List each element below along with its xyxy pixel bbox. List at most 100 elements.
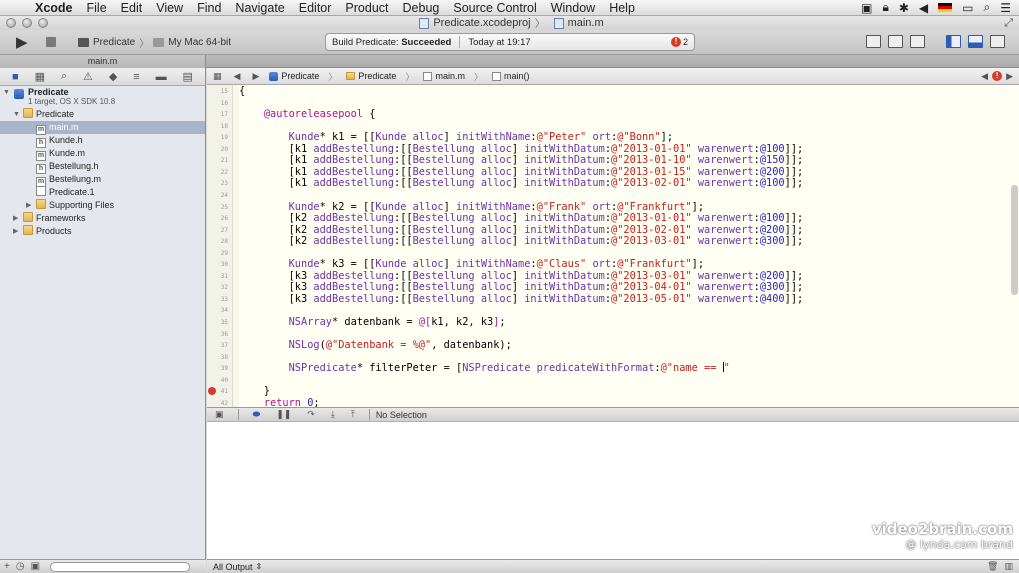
line-number[interactable]: 35 xyxy=(221,319,228,326)
zoom-window-icon[interactable] xyxy=(38,18,48,28)
source-control-filter-icon[interactable]: ▣ xyxy=(31,561,40,572)
run-button[interactable]: ▶ xyxy=(16,33,32,51)
code-line[interactable]: { xyxy=(239,85,245,97)
line-number[interactable]: 36 xyxy=(221,331,228,338)
related-items-icon[interactable]: ▦ xyxy=(213,71,222,82)
forward-icon[interactable]: ▶ xyxy=(252,71,259,82)
pause-icon[interactable]: ❚❚ xyxy=(276,409,291,420)
line-number[interactable]: 27 xyxy=(221,227,228,234)
code-line[interactable]: Kunde* k2 = [[Kunde alloc] initWithName:… xyxy=(239,201,704,213)
lock-icon[interactable]: 🔒︎ xyxy=(882,0,888,15)
step-over-icon[interactable]: ↷ xyxy=(307,409,315,420)
close-window-icon[interactable] xyxy=(6,18,16,28)
crumb-function[interactable]: main() xyxy=(504,71,530,81)
assistant-editor-icon[interactable] xyxy=(888,35,903,48)
console-output-filter[interactable]: All Output xyxy=(213,562,253,572)
spotlight-icon[interactable]: ⌕ xyxy=(984,0,991,15)
tree-file-bestellung-h[interactable]: h Bestellung.h xyxy=(0,160,205,174)
scheme-selector[interactable]: Predicate 〉 My Mac 64-bit xyxy=(78,35,231,50)
test-navigator-icon[interactable]: ◆ xyxy=(109,70,117,83)
navigator-filter-input[interactable] xyxy=(50,561,191,572)
fullscreen-icon[interactable]: ⤢ xyxy=(1004,17,1013,30)
add-icon[interactable]: + xyxy=(4,561,10,572)
issue-navigator-icon[interactable]: ⚠ xyxy=(83,70,93,83)
step-out-icon[interactable]: ⤒ xyxy=(351,409,355,420)
disclosure-closed-icon[interactable]: ▶ xyxy=(26,199,31,212)
code-line[interactable]: [k1 addBestellung:[[Bestellung alloc] in… xyxy=(239,177,804,189)
tree-group-frameworks[interactable]: ▶ Frameworks xyxy=(0,212,205,225)
line-number[interactable]: 18 xyxy=(221,123,228,130)
line-number[interactable]: 16 xyxy=(221,100,228,107)
line-number-gutter[interactable]: 15 16 17 18 19 20 21 22 23 24 25 26 27 28 29 30 31 32 33 34… xyxy=(207,85,233,407)
disclosure-open-icon[interactable]: ▼ xyxy=(3,86,10,99)
flag-icon[interactable] xyxy=(938,3,953,12)
split-view-icon[interactable]: ▥ xyxy=(1004,561,1013,572)
line-number[interactable]: 41 xyxy=(221,388,228,395)
screen-record-icon[interactable]: ▣ xyxy=(861,1,872,15)
tree-file-main-m[interactable]: m main.m xyxy=(0,121,205,135)
debug-navigator-icon[interactable]: ≡ xyxy=(133,71,139,83)
menu-file[interactable]: File xyxy=(80,1,114,15)
tab-main-m[interactable]: main.m xyxy=(0,55,206,68)
source-editor[interactable]: 15 16 17 18 19 20 21 22 23 24 25 26 27 28 29 30 31 32 33 34… xyxy=(207,85,1019,407)
code-line[interactable]: [k2 addBestellung:[[Bestellung alloc] in… xyxy=(239,235,804,247)
line-number[interactable]: 25 xyxy=(221,204,228,211)
menu-editor[interactable]: Editor xyxy=(292,1,339,15)
code-line[interactable]: Kunde* k1 = [[Kunde alloc] initWithName:… xyxy=(239,131,673,143)
line-number[interactable]: 30 xyxy=(221,261,228,268)
chevron-updown-icon[interactable]: ⇕ xyxy=(256,562,263,571)
menu-view[interactable]: View xyxy=(149,1,190,15)
disclosure-open-icon[interactable]: ▼ xyxy=(13,108,20,121)
menu-product[interactable]: Product xyxy=(338,1,395,15)
symbol-navigator-icon[interactable]: ▦ xyxy=(35,70,45,83)
line-number[interactable]: 31 xyxy=(221,273,228,280)
menu-app[interactable]: Xcode xyxy=(28,1,80,15)
back-icon[interactable]: ◀ xyxy=(234,71,241,82)
notification-icon[interactable]: ☰ xyxy=(1000,1,1011,15)
code-line[interactable]: [k1 addBestellung:[[Bestellung alloc] in… xyxy=(239,154,804,166)
line-number[interactable]: 40 xyxy=(221,377,228,384)
editor-scrollbar[interactable] xyxy=(1011,185,1018,295)
line-number[interactable]: 38 xyxy=(221,354,228,361)
code-line[interactable]: } xyxy=(239,385,270,397)
line-number[interactable]: 37 xyxy=(221,342,228,349)
code-line[interactable]: [k3 addBestellung:[[Bestellung alloc] in… xyxy=(239,293,804,305)
line-number[interactable]: 19 xyxy=(221,134,228,141)
line-number[interactable]: 28 xyxy=(221,238,228,245)
menu-source-control[interactable]: Source Control xyxy=(446,1,543,15)
toggle-navigator-icon[interactable] xyxy=(946,35,961,48)
breakpoint-navigator-icon[interactable]: ▬ xyxy=(156,71,167,83)
code-line[interactable]: [k1 addBestellung:[[Bestellung alloc] in… xyxy=(239,166,804,178)
tree-group-predicate[interactable]: ▼ Predicate xyxy=(0,108,205,121)
tree-group-products[interactable]: ▶ Products xyxy=(0,225,205,238)
line-number[interactable]: 26 xyxy=(221,215,228,222)
menu-window[interactable]: Window xyxy=(544,1,602,15)
line-number[interactable]: 24 xyxy=(221,192,228,199)
disclosure-closed-icon[interactable]: ▶ xyxy=(13,225,18,238)
tree-file-kunde-m[interactable]: m Kunde.m xyxy=(0,147,205,161)
code-line[interactable]: [k3 addBestellung:[[Bestellung alloc] in… xyxy=(239,270,804,282)
menu-help[interactable]: Help xyxy=(602,1,642,15)
previous-issue-icon[interactable]: ◀ xyxy=(981,71,988,82)
tree-project[interactable]: ▼ Predicate 1 target, OS X SDK 10.8 xyxy=(0,86,205,108)
line-number[interactable]: 32 xyxy=(221,284,228,291)
line-number[interactable]: 17 xyxy=(221,111,228,118)
code-line[interactable]: return 0; xyxy=(239,397,320,407)
tree-file-predicate-1[interactable]: Predicate.1 xyxy=(0,186,205,199)
line-number[interactable]: 21 xyxy=(221,157,228,164)
code-line[interactable]: Kunde* k3 = [[Kunde alloc] initWithName:… xyxy=(239,258,704,270)
standard-editor-icon[interactable] xyxy=(866,35,881,48)
volume-icon[interactable]: ◀︎ xyxy=(919,1,928,15)
menu-debug[interactable]: Debug xyxy=(396,1,447,15)
menu-navigate[interactable]: Navigate xyxy=(228,1,291,15)
tree-file-kunde-h[interactable]: h Kunde.h xyxy=(0,134,205,148)
line-number[interactable]: 23 xyxy=(221,180,228,187)
disclosure-closed-icon[interactable]: ▶ xyxy=(13,212,18,225)
code-line[interactable]: NSLog(@"Datenbank = %@", datenbank); xyxy=(239,339,512,351)
crumb-group[interactable]: Predicate xyxy=(358,71,396,81)
next-issue-icon[interactable]: ▶ xyxy=(1006,71,1013,82)
code-line[interactable]: [k3 addBestellung:[[Bestellung alloc] in… xyxy=(239,281,804,293)
code-line[interactable]: [k2 addBestellung:[[Bestellung alloc] in… xyxy=(239,212,804,224)
version-editor-icon[interactable] xyxy=(910,35,925,48)
line-number[interactable]: 39 xyxy=(221,365,228,372)
